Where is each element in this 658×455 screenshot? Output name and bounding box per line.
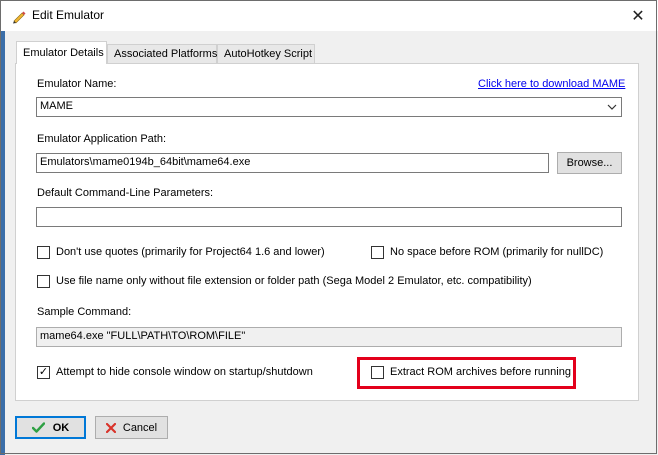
sample-command-label: Sample Command:	[37, 306, 132, 318]
red-x-icon	[105, 422, 116, 433]
close-button[interactable]: ✕	[618, 0, 658, 31]
app-path-input[interactable]: Emulators\mame0194b_64bit\mame64.exe	[36, 153, 549, 173]
emulator-name-label: Emulator Name:	[37, 78, 117, 90]
green-checkmark-icon	[31, 422, 45, 433]
tab-associated-platforms[interactable]: Associated Platforms	[107, 44, 217, 63]
pencil-icon	[11, 8, 27, 24]
emulator-name-combobox[interactable]: MAME	[36, 97, 622, 117]
emulator-name-value: MAME	[40, 100, 73, 112]
download-mame-link[interactable]: Click here to download MAME	[478, 78, 625, 90]
ok-label: OK	[52, 421, 70, 434]
cancel-label: Cancel	[122, 421, 158, 434]
window-title: Edit Emulator	[32, 8, 105, 22]
cmdline-input[interactable]	[36, 207, 622, 227]
cancel-button[interactable]: Cancel	[95, 416, 168, 439]
highlight-annotation-box	[357, 357, 576, 389]
hide-console-checkbox[interactable]: ✓	[37, 366, 50, 379]
browse-button[interactable]: Browse...	[557, 152, 622, 174]
close-icon: ✕	[631, 7, 645, 25]
no-space-label[interactable]: No space before ROM (primarily for nullD…	[390, 246, 603, 258]
filename-only-label[interactable]: Use file name only without file extensio…	[56, 275, 532, 287]
filename-only-checkbox[interactable]	[37, 275, 50, 288]
tab-emulator-details[interactable]: Emulator Details	[16, 41, 107, 64]
tab-autohotkey-script[interactable]: AutoHotkey Script	[217, 44, 315, 63]
checkmark-icon: ✓	[38, 366, 49, 378]
no-quotes-checkbox[interactable]	[37, 246, 50, 259]
background-strip	[0, 0, 5, 455]
hide-console-label[interactable]: Attempt to hide console window on startu…	[56, 366, 313, 378]
cmdline-label: Default Command-Line Parameters:	[37, 187, 214, 199]
no-quotes-label[interactable]: Don't use quotes (primarily for Project6…	[56, 246, 325, 258]
no-space-checkbox[interactable]	[371, 246, 384, 259]
sample-command-field: mame64.exe "FULL\PATH\TO\ROM\FILE"	[36, 327, 622, 347]
ok-button[interactable]: OK	[15, 416, 86, 439]
chevron-down-icon	[606, 100, 618, 114]
app-path-label: Emulator Application Path:	[37, 133, 167, 145]
